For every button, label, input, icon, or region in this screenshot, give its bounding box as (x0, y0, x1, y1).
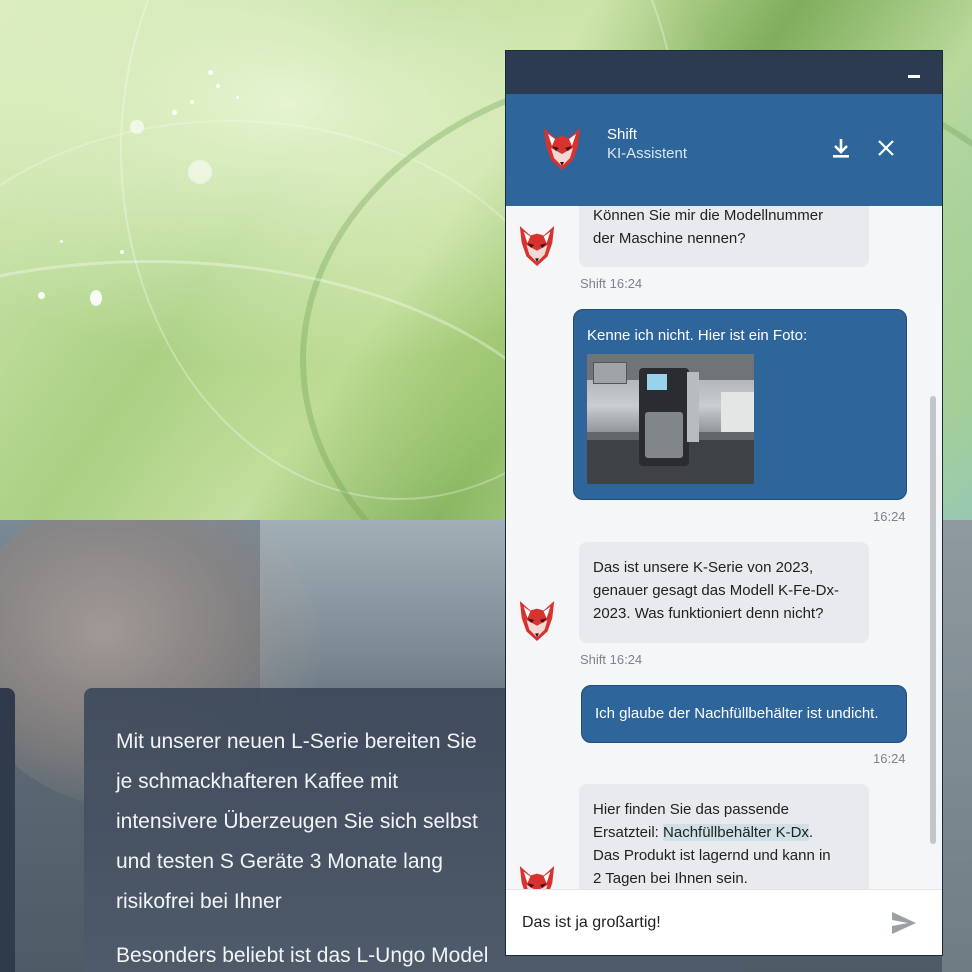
message-meta: Shift 16:24 (580, 652, 643, 667)
bot-message: Hier finden Sie das passende Ersatzteil:… (579, 784, 869, 889)
message-text: Hier finden Sie das passende (593, 801, 789, 818)
chat-scrollbar[interactable] (930, 396, 936, 844)
message-meta: 16:24 (873, 751, 906, 766)
bot-message: Das ist unsere K-Serie von 2023, genauer… (579, 542, 869, 643)
background-edge (942, 520, 972, 972)
minimize-icon[interactable] (908, 75, 920, 78)
message-text: der Maschine nennen? (593, 230, 746, 247)
message-text: Das Produkt ist lagernd und kann in (593, 847, 831, 864)
chat-topbar (506, 51, 942, 94)
user-message: Ich glaube der Nachfüllbehälter ist undi… (581, 685, 907, 743)
description-paragraph: Mit unserer neuen L-Serie bereiten Sie j… (116, 730, 478, 913)
chat-widget: Shift KI-Assistent Können Sie mir die Mo… (505, 50, 943, 956)
fox-avatar-icon (544, 128, 580, 170)
assistant-name: Shift (607, 126, 638, 143)
message-text: Kenne ich nicht. Hier ist ein Foto: (587, 327, 808, 344)
chat-header: Shift KI-Assistent (506, 94, 942, 206)
download-icon[interactable] (829, 136, 853, 160)
message-text: Das ist unsere K-Serie von 2023, (593, 559, 814, 576)
chat-message-list[interactable]: Können Sie mir die Modellnummer der Masc… (506, 206, 942, 889)
chat-input-bar (506, 889, 942, 955)
fox-avatar-icon (519, 225, 555, 267)
assistant-role: KI-Assistent (607, 145, 688, 162)
side-panel-edge (0, 688, 15, 972)
fox-avatar-icon (519, 865, 555, 889)
message-input[interactable] (522, 908, 862, 938)
message-text: 2023. Was funktioniert denn nicht? (593, 605, 824, 622)
photo-attachment[interactable] (587, 354, 754, 484)
description-paragraph: Besonders beliebt ist das L-Ungo Model V… (116, 944, 489, 967)
message-meta: 16:24 (873, 509, 906, 524)
message-text: Ersatzteil: Nachfüllbehälter K-Dx. (593, 824, 814, 841)
product-link[interactable]: Nachfüllbehälter K-Dx (663, 824, 809, 841)
message-text: Können Sie mir die Modellnummer (593, 207, 824, 224)
fox-avatar-icon (519, 600, 555, 642)
message-text: Ich glaube der Nachfüllbehälter ist undi… (595, 705, 879, 722)
send-icon[interactable] (890, 910, 918, 936)
message-text: 2 Tagen bei Ihnen sein. (593, 870, 748, 887)
message-meta: Shift 16:24 (580, 276, 643, 291)
message-text: genauer gesagt das Modell K-Fe-Dx- (593, 582, 839, 599)
close-icon[interactable] (874, 136, 898, 160)
bot-message: Können Sie mir die Modellnummer der Masc… (579, 206, 869, 267)
